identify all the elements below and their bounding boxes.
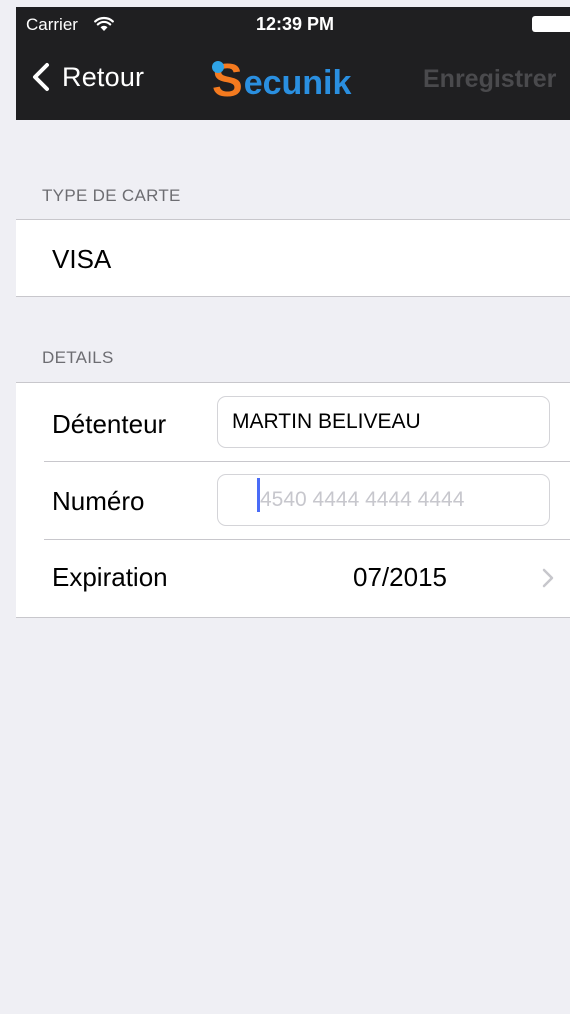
holder-row: Détenteur bbox=[16, 383, 570, 461]
back-button[interactable]: Retour bbox=[28, 57, 144, 97]
top-bar: Carrier 12:39 PM Retour S ecunik Enregis… bbox=[16, 7, 570, 120]
wifi-icon bbox=[94, 16, 114, 37]
holder-input[interactable] bbox=[217, 396, 550, 448]
screen: Carrier 12:39 PM Retour S ecunik Enregis… bbox=[16, 7, 570, 1014]
logo-dot bbox=[212, 61, 224, 73]
card-type-row[interactable]: VISA bbox=[16, 220, 570, 296]
card-number-input[interactable] bbox=[217, 474, 550, 526]
logo-text: ecunik bbox=[243, 64, 352, 102]
chevron-left-icon bbox=[33, 63, 49, 91]
save-button[interactable]: Enregistrer bbox=[423, 65, 556, 94]
status-bar: Carrier 12:39 PM bbox=[16, 7, 570, 41]
navigation-bar: Retour S ecunik Enregistrer bbox=[16, 41, 570, 120]
expiration-row[interactable]: Expiration 07/2015 bbox=[16, 540, 570, 617]
details-section-header: DETAILS bbox=[42, 348, 114, 367]
card-type-section-header: TYPE DE CARTE bbox=[42, 186, 181, 205]
number-row: Numéro bbox=[16, 462, 570, 539]
number-label: Numéro bbox=[52, 486, 145, 516]
details-group: Détenteur Numéro Expiration 07/2015 bbox=[16, 382, 570, 618]
clock-time: 12:39 PM bbox=[256, 14, 335, 34]
back-label: Retour bbox=[62, 61, 145, 92]
expiration-value: 07/2015 bbox=[353, 562, 447, 592]
chevron-right-icon bbox=[542, 568, 554, 593]
holder-label: Détenteur bbox=[52, 409, 167, 439]
carrier-label: Carrier bbox=[26, 15, 78, 34]
battery-icon bbox=[532, 16, 570, 32]
card-type-value: VISA bbox=[52, 244, 112, 274]
logo-letter: S bbox=[212, 54, 243, 106]
secunik-logo: S ecunik bbox=[212, 55, 351, 103]
expiration-label: Expiration bbox=[52, 562, 168, 592]
card-type-group: VISA bbox=[16, 219, 570, 297]
text-cursor bbox=[257, 478, 260, 512]
